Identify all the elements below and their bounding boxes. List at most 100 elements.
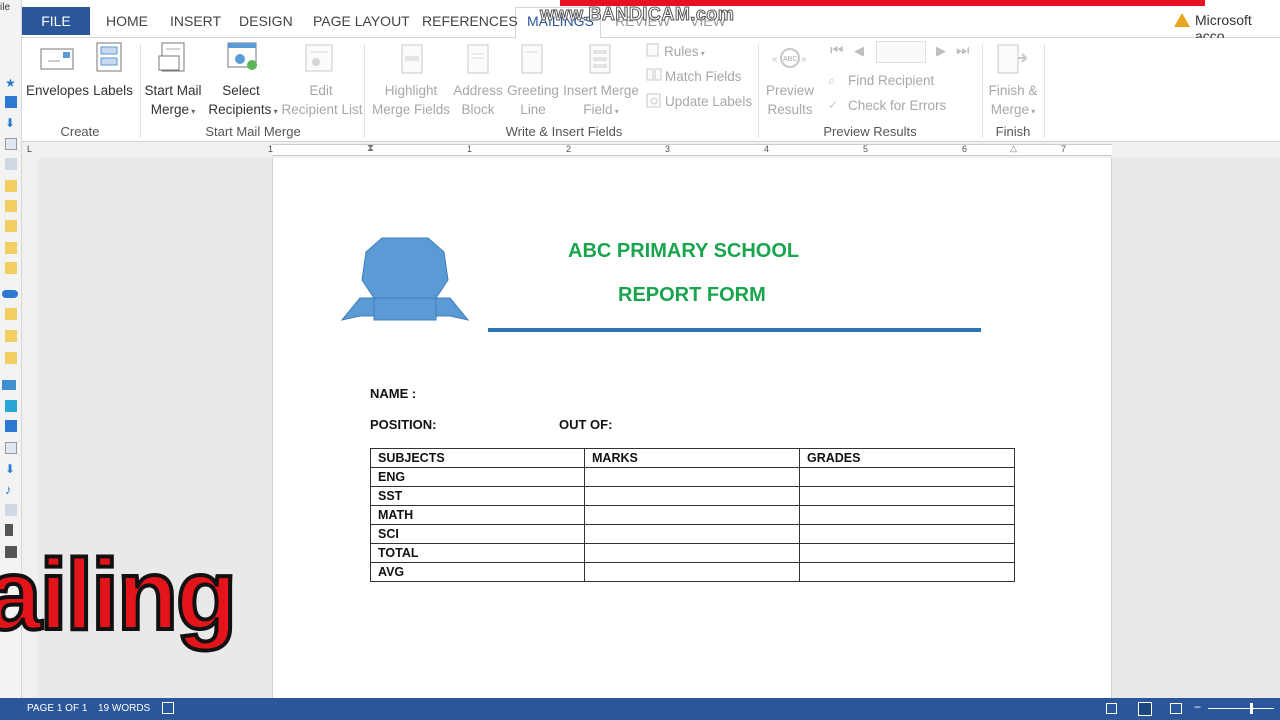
select-recipients-line1[interactable]: Select (208, 81, 274, 100)
subject-cell[interactable]: ENG (370, 467, 585, 487)
find-recipient-button[interactable]: Find Recipient (848, 71, 934, 90)
folder-icon[interactable] (5, 180, 17, 192)
cloud-icon[interactable] (2, 290, 18, 298)
picture-icon[interactable] (5, 158, 17, 170)
print-layout-icon[interactable] (1138, 702, 1152, 716)
grades-cell[interactable] (799, 467, 1015, 487)
header-subjects[interactable]: SUBJECTS (370, 448, 585, 468)
highlight-merge-fields-line2[interactable]: Merge Fields (368, 100, 454, 119)
zoom-slider-thumb[interactable] (1250, 703, 1253, 714)
tab-file[interactable]: FILE (22, 7, 90, 35)
record-number-input[interactable] (876, 41, 926, 63)
report-form-heading: REPORT FORM (618, 284, 766, 306)
marks-cell[interactable] (584, 543, 800, 563)
last-record-icon[interactable]: ⏭ (956, 42, 970, 59)
subject-cell[interactable]: TOTAL (370, 543, 585, 563)
zoom-out-icon[interactable]: − (1194, 700, 1201, 714)
folder-blue-icon[interactable] (5, 96, 17, 108)
folder-icon[interactable] (5, 262, 17, 274)
music-icon[interactable]: ♪ (5, 482, 17, 497)
edit-recipient-list-line1[interactable]: Edit (290, 81, 352, 100)
position-label: POSITION: (370, 417, 437, 432)
zoom-slider[interactable] (1208, 708, 1274, 709)
tab-page-layout[interactable]: PAGE LAYOUT (313, 13, 410, 29)
table-header-row: SUBJECTS MARKS GRADES (370, 448, 1015, 468)
grades-table[interactable]: SUBJECTS MARKS GRADES ENG SST MATH SCI T… (370, 448, 1015, 582)
rules-button[interactable]: Rules ▾ (664, 42, 705, 63)
web-layout-icon[interactable] (1170, 703, 1182, 714)
labels-button[interactable]: Labels (92, 81, 134, 100)
insert-merge-field-line2: Field (583, 102, 613, 117)
grades-cell[interactable] (799, 505, 1015, 525)
start-mail-merge-button[interactable]: Merge ▾ (142, 100, 204, 121)
indent-marker-icon[interactable]: ⧗ (367, 143, 374, 154)
subject-cell[interactable]: MATH (370, 505, 585, 525)
previous-record-icon[interactable]: ◀ (854, 43, 864, 59)
check-errors-button[interactable]: Check for Errors (848, 96, 946, 115)
preview-results-line1[interactable]: Preview (760, 81, 820, 100)
select-recipients-button[interactable]: Recipients ▾ (204, 100, 282, 121)
marks-cell[interactable] (584, 505, 800, 525)
folder-icon[interactable] (5, 200, 17, 212)
address-block-line1[interactable]: Address (448, 81, 508, 100)
download-icon[interactable]: ⬇ (5, 116, 17, 130)
marks-cell[interactable] (584, 467, 800, 487)
horizontal-ruler[interactable]: 1 1 2 3 4 5 6 7 ⧗ △ (268, 143, 1112, 156)
insert-merge-field-button[interactable]: Field ▾ (570, 100, 632, 121)
header-grades[interactable]: GRADES (799, 448, 1015, 468)
tab-home[interactable]: HOME (106, 13, 148, 29)
pictures-icon[interactable] (5, 504, 17, 516)
update-labels-button[interactable]: Update Labels (665, 92, 752, 111)
address-block-icon (467, 44, 489, 74)
grades-cell[interactable] (799, 524, 1015, 544)
folder-icon[interactable] (5, 330, 17, 342)
documents-icon[interactable] (5, 442, 17, 454)
marks-cell[interactable] (584, 524, 800, 544)
finish-merge-button[interactable]: Merge ▾ (982, 100, 1044, 121)
read-mode-icon[interactable] (1106, 703, 1117, 714)
folder-icon[interactable] (5, 308, 17, 320)
subject-cell[interactable]: SCI (370, 524, 585, 544)
subject-cell[interactable]: SST (370, 486, 585, 506)
highlight-merge-fields-icon (401, 44, 423, 74)
next-record-icon[interactable]: ▶ (936, 43, 946, 59)
highlight-merge-fields-line1[interactable]: Highlight (378, 81, 444, 100)
match-fields-button[interactable]: Match Fields (665, 67, 742, 86)
folder-icon[interactable] (5, 352, 17, 364)
insert-merge-field-line1[interactable]: Insert Merge (560, 81, 642, 100)
monitor-icon[interactable] (2, 380, 16, 390)
marks-cell[interactable] (584, 562, 800, 582)
marks-cell[interactable] (584, 486, 800, 506)
group-label-preview-results: Preview Results (823, 124, 917, 139)
preview-abc-text: ABC (783, 56, 797, 63)
greeting-line-line2[interactable]: Line (504, 100, 562, 119)
grades-cell[interactable] (799, 562, 1015, 582)
star-icon[interactable]: ★ (5, 76, 17, 90)
right-indent-marker-icon[interactable]: △ (1010, 143, 1017, 154)
folder-icon[interactable] (5, 242, 17, 254)
tab-references[interactable]: REFERENCES (422, 13, 518, 29)
downloads-icon[interactable]: ⬇ (5, 462, 17, 476)
folder-icon[interactable] (5, 220, 17, 232)
3d-objects-icon[interactable] (5, 400, 17, 412)
edit-recipient-list-line2[interactable]: Recipient List (280, 100, 364, 119)
tab-insert[interactable]: INSERT (170, 13, 221, 29)
start-mail-merge-line1[interactable]: Start Mail (142, 81, 204, 100)
tab-design[interactable]: DESIGN (239, 13, 293, 29)
desktop-icon[interactable] (5, 420, 17, 432)
finish-merge-line1[interactable]: Finish & (982, 81, 1044, 100)
greeting-line-line1[interactable]: Greeting (504, 81, 562, 100)
first-record-icon[interactable]: ⏮ (830, 42, 844, 59)
subject-cell[interactable]: AVG (370, 562, 585, 582)
header-marks[interactable]: MARKS (584, 448, 800, 468)
page-count[interactable]: PAGE 1 OF 1 (27, 703, 87, 714)
preview-results-line2[interactable]: Results (760, 100, 820, 119)
grades-cell[interactable] (799, 543, 1015, 563)
tab-selector-icon[interactable]: L (27, 144, 32, 154)
address-block-line2[interactable]: Block (448, 100, 508, 119)
document-icon[interactable] (5, 138, 17, 150)
proofing-icon[interactable] (162, 702, 174, 714)
grades-cell[interactable] (799, 486, 1015, 506)
envelopes-button[interactable]: Envelopes (26, 81, 89, 100)
word-count[interactable]: 19 WORDS (98, 703, 150, 714)
